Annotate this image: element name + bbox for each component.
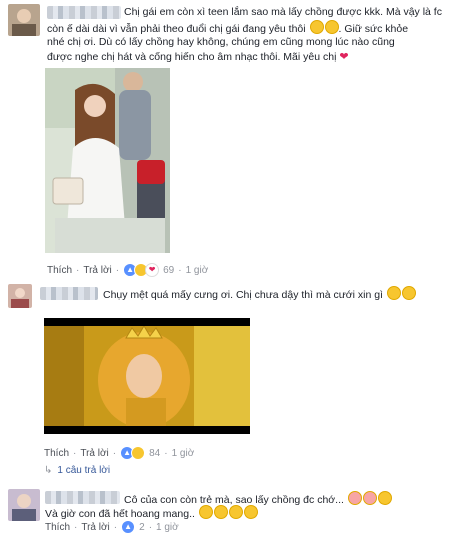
laugh-emoji-icon [243,505,258,519]
kiss-emoji-icon [347,491,362,505]
reactions[interactable]: ▲ [120,446,146,460]
like-link[interactable]: Thích [44,448,69,459]
reaction-count[interactable]: 2 [139,522,145,533]
comment-text-segment: . Giữ sức khỏe [338,23,409,35]
comment-text-segment: còn ế dài dài vì vẫn phải theo đuổi chị … [47,23,306,35]
reply-link[interactable]: Trả lời [83,265,111,276]
comment-text-line: được nghe chị hát và cống hiến cho âm nh… [47,50,349,64]
commenter-name-blurred[interactable] [40,287,98,300]
avatar-photo [8,284,32,308]
replies-count-label: 1 câu trả lời [57,465,111,476]
laugh-emoji-icon [386,286,401,300]
comment-time[interactable]: 1 giờ [186,265,209,276]
avatar-photo [8,489,40,521]
reply-arrow-icon: ↳ [44,465,53,476]
comment-text-segment: được nghe chị hát và cống hiến cho âm nh… [47,51,337,63]
comment-actions: Thích · Trả lời · ▲ 2 · 1 giờ [45,520,179,534]
avatar[interactable] [8,4,40,36]
reactions[interactable]: ▲ ❤ [123,263,160,277]
laugh-emoji-icon [198,505,213,519]
comment-text-line: còn ế dài dài vì vẫn phải theo đuổi chị … [47,20,408,36]
separator: · [113,521,118,533]
avatar-photo [8,4,40,36]
avatar[interactable] [8,489,40,521]
reaction-count[interactable]: 84 [149,448,160,459]
like-link[interactable]: Thích [45,522,70,533]
comment-text-line: Và giờ con đã hết hoang mang.. [45,505,258,521]
reply-link[interactable]: Trả lời [81,522,109,533]
laugh-emoji-icon [377,491,392,505]
separator: · [76,264,80,276]
separator: · [73,447,77,459]
photo-girl-white-dress [45,68,170,253]
separator: · [148,521,153,533]
separator: · [74,521,78,533]
like-reaction-icon: ▲ [121,520,136,534]
comment-time[interactable]: 1 giờ [172,448,195,459]
comment-actions: Thích · Trả lời · ▲ 84 · 1 giờ [44,446,194,460]
heart-icon: ❤ [145,263,160,277]
comment-text-segment: Và giờ con đã hết hoang mang.. [45,508,195,520]
separator: · [164,447,168,459]
commenter-name-blurred[interactable] [47,6,121,19]
laugh-emoji-icon [131,446,146,460]
comment-video-still[interactable] [44,318,250,434]
avatar[interactable] [8,284,32,308]
laugh-emoji-icon [401,286,416,300]
comment-text-segment: Chụy mệt quá mấy cưng ơi. Chị chưa dậy t… [103,289,383,301]
reply-link[interactable]: Trả lời [80,448,108,459]
laugh-emoji-icon [324,20,339,34]
laugh-emoji-icon [309,20,324,34]
heart-icon: ❤ [339,51,349,63]
like-link[interactable]: Thích [47,265,72,276]
comment-text-line: Chị gái em còn xì teen lắm sao mà lấy ch… [124,6,442,18]
separator: · [178,264,182,276]
separator: · [112,447,117,459]
comment-photo[interactable] [45,68,170,253]
separator: · [115,264,120,276]
comment-actions: Thích · Trả lời · ▲ ❤ 69 · 1 giờ [47,263,208,277]
reaction-count[interactable]: 69 [163,265,174,276]
video-frame-golden-queen [44,318,250,434]
comment-time[interactable]: 1 giờ [156,522,179,533]
laugh-emoji-icon [228,505,243,519]
view-replies-link[interactable]: ↳ 1 câu trả lời [44,465,110,476]
commenter-name-blurred[interactable] [45,491,120,504]
laugh-emoji-icon [213,505,228,519]
comment-text-line: nhé chị ơi. Dù có lấy chồng hay không, c… [47,36,395,48]
comment-text-line: Chụy mệt quá mấy cưng ơi. Chị chưa dậy t… [103,286,416,302]
reactions[interactable]: ▲ [121,520,136,534]
kiss-emoji-icon [362,491,377,505]
